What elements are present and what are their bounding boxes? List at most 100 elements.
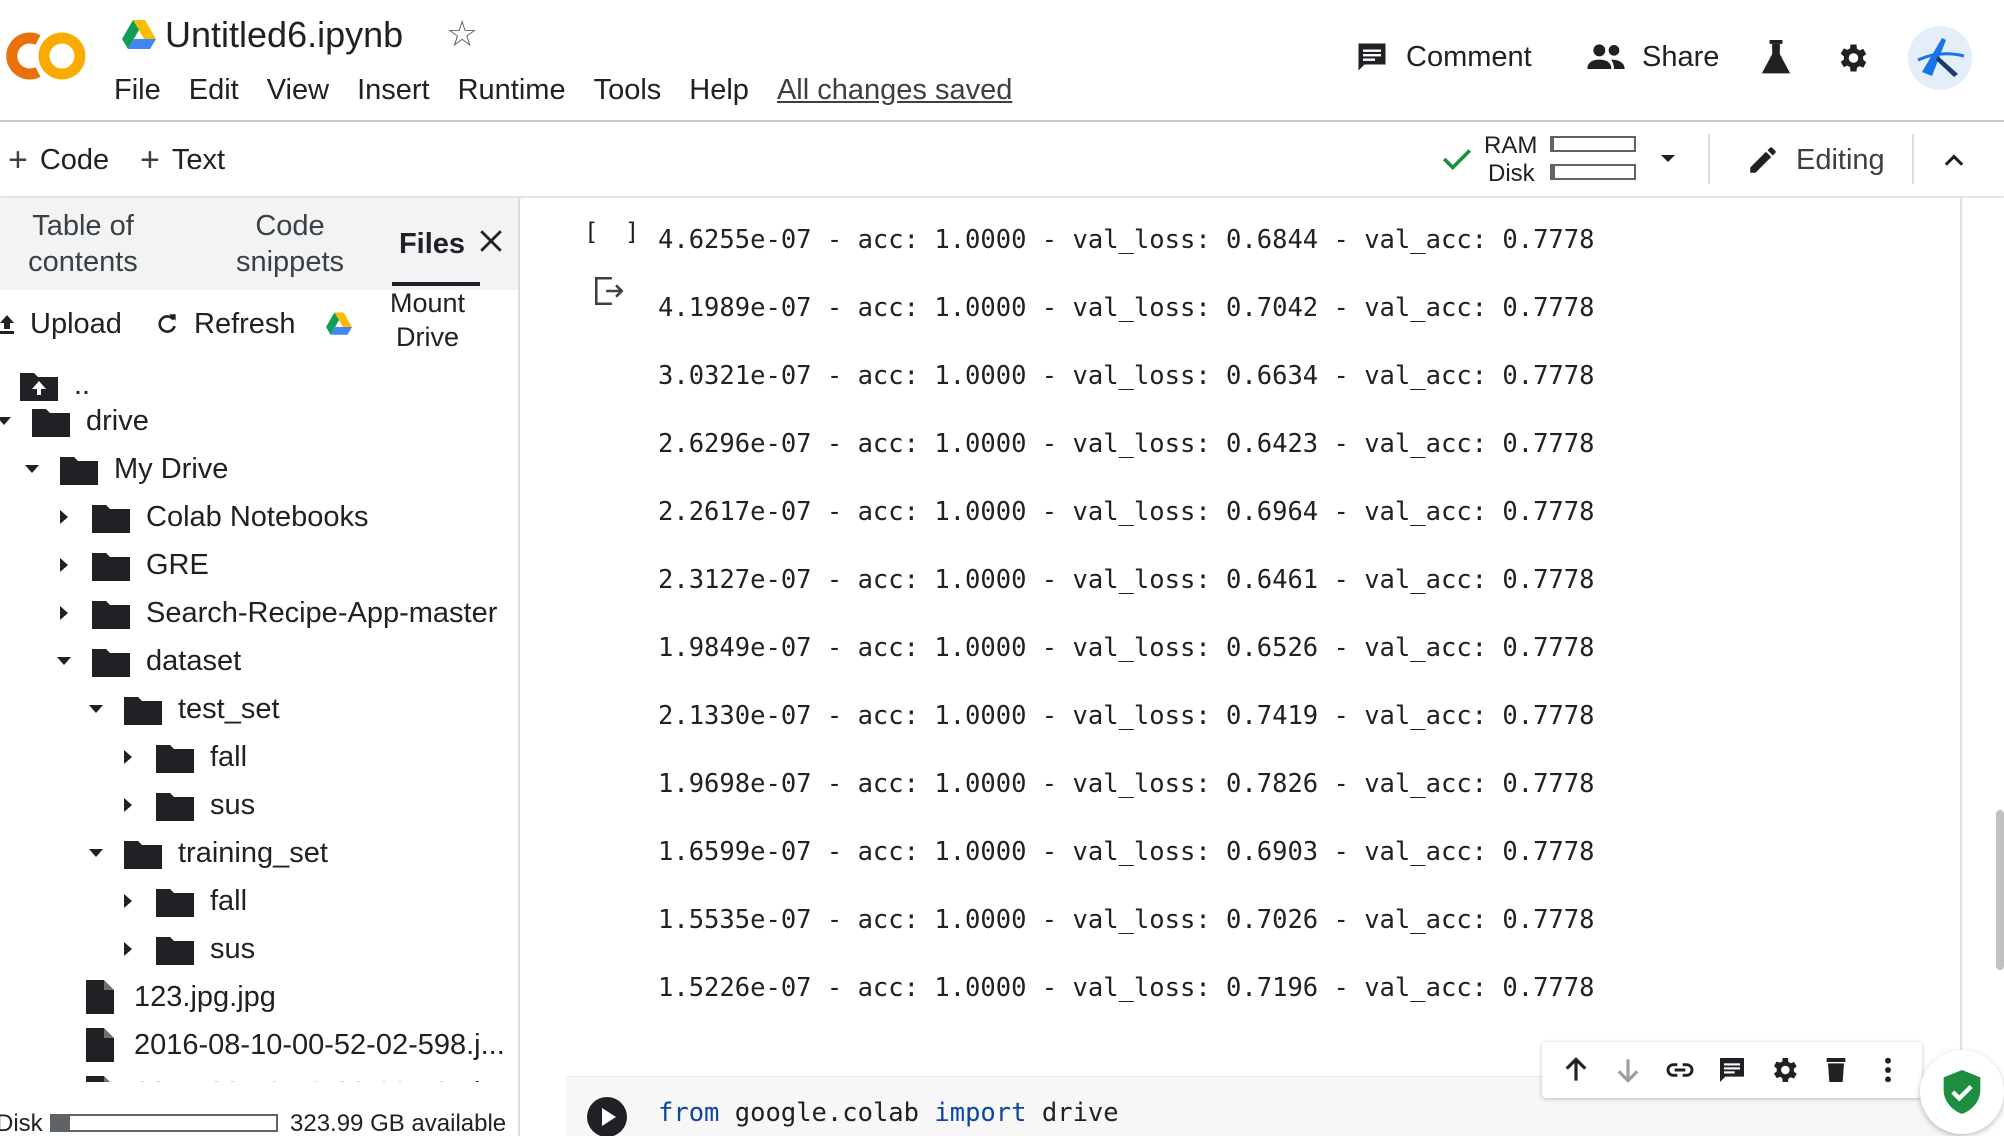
folder-item[interactable]: fall <box>118 878 247 924</box>
refresh-button[interactable]: Refresh <box>154 304 296 344</box>
add-text-cell-button[interactable]: + Text <box>140 142 225 178</box>
menu-bar: File Edit View Insert Runtime Tools Help… <box>114 70 1012 110</box>
caret-right-icon[interactable] <box>54 555 74 575</box>
chevron-down-icon[interactable] <box>1656 146 1680 170</box>
notebook-title[interactable]: Untitled6.ipynb <box>165 14 403 56</box>
folder-item[interactable]: drive <box>0 398 149 444</box>
folder-item[interactable]: Search-Recipe-App-master <box>54 590 497 636</box>
upload-button[interactable]: Upload <box>0 304 122 344</box>
menu-file[interactable]: File <box>114 74 161 107</box>
output-actions-icon[interactable] <box>592 274 626 308</box>
comment-icon[interactable] <box>1716 1054 1748 1086</box>
caret-right-icon[interactable] <box>54 603 74 623</box>
log-line: 4.6255e-07 - acc: 1.0000 - val_loss: 0.6… <box>658 225 1595 255</box>
gear-icon[interactable] <box>1834 40 1870 76</box>
people-icon <box>1587 44 1625 69</box>
log-line: 4.1989e-07 - acc: 1.0000 - val_loss: 0.7… <box>658 293 1595 323</box>
google-drive-icon[interactable] <box>326 312 352 336</box>
folder-item[interactable]: sus <box>118 926 255 972</box>
disk-label[interactable]: Disk <box>1488 160 1535 188</box>
close-icon[interactable] <box>478 228 504 254</box>
flask-icon[interactable] <box>1760 40 1792 76</box>
colab-logo[interactable] <box>0 20 90 92</box>
folder-item[interactable]: sus <box>118 782 255 828</box>
menu-tools[interactable]: Tools <box>594 74 662 107</box>
comment-button[interactable]: Comment <box>1354 34 1532 80</box>
user-avatar[interactable] <box>1908 26 1972 90</box>
log-line: 1.9698e-07 - acc: 1.0000 - val_loss: 0.7… <box>658 769 1595 799</box>
file-item[interactable]: 2016-08-10-00-52-02-598.j... <box>86 1022 505 1068</box>
caret-down-icon[interactable] <box>0 411 14 431</box>
chevron-up-icon[interactable] <box>1940 146 1968 174</box>
more-vert-icon[interactable] <box>1872 1054 1904 1086</box>
link-icon[interactable] <box>1664 1054 1696 1086</box>
disk-footer-label: Disk <box>0 1110 43 1136</box>
tree-item-label: 2016-08-10-00-52-02-598.j... <box>134 1028 505 1061</box>
caret-down-icon[interactable] <box>54 651 74 671</box>
tree-item-label: sus <box>210 788 256 821</box>
arrow-up-icon[interactable] <box>1560 1054 1592 1086</box>
code-line[interactable]: from google.colab import drive <box>658 1098 1119 1128</box>
caret-right-icon[interactable] <box>118 795 138 815</box>
caret-down-icon[interactable] <box>22 459 42 479</box>
comment-label: Comment <box>1406 40 1532 73</box>
arrow-down-icon[interactable] <box>1612 1054 1644 1086</box>
log-line: 1.5535e-07 - acc: 1.0000 - val_loss: 0.7… <box>658 905 1595 935</box>
folder-item[interactable]: My Drive <box>22 446 228 492</box>
tree-item-label: training_set <box>178 836 328 869</box>
add-code-cell-button[interactable]: + Code <box>8 142 109 178</box>
ram-usage-meter[interactable] <box>1550 136 1636 152</box>
gear-icon[interactable] <box>1768 1054 1800 1086</box>
folder-item[interactable]: test_set <box>86 686 280 732</box>
avatar-logo-icon <box>1917 38 1965 77</box>
tab-code-snippets[interactable]: Code snippets <box>220 208 360 280</box>
trash-icon[interactable] <box>1820 1054 1852 1086</box>
tab-files[interactable]: Files <box>390 226 474 262</box>
file-item[interactable]: 123.jpg.jpg <box>86 974 276 1020</box>
folder-item[interactable]: training_set <box>86 830 328 876</box>
disk-usage-meter[interactable] <box>1550 164 1636 180</box>
caret-right-icon[interactable] <box>118 891 138 911</box>
caret-down-icon[interactable] <box>86 699 106 719</box>
folder-up-icon <box>20 373 58 401</box>
folder-item[interactable]: fall <box>118 734 247 780</box>
folder-icon <box>156 937 194 965</box>
caret-right-icon[interactable] <box>118 939 138 959</box>
tab-table-of-contents[interactable]: Table of contents <box>14 208 152 280</box>
folder-icon <box>156 793 194 821</box>
ram-label[interactable]: RAM <box>1484 132 1537 160</box>
caret-right-icon[interactable] <box>118 747 138 767</box>
app-header: Untitled6.ipynb ☆ File Edit View Insert … <box>0 0 2004 122</box>
cell-execution-bracket[interactable]: [ ] <box>584 218 645 246</box>
folder-item[interactable]: dataset <box>54 638 241 684</box>
file-item[interactable]: 2017-02-13-16-06-39-184.j... <box>86 1070 505 1082</box>
connected-check-icon[interactable] <box>1440 142 1474 176</box>
security-shield-button[interactable] <box>1920 1050 2004 1134</box>
editing-mode-button[interactable]: Editing <box>1746 142 1885 178</box>
menu-edit[interactable]: Edit <box>189 74 239 107</box>
caret-right-icon[interactable] <box>54 507 74 527</box>
menu-runtime[interactable]: Runtime <box>458 74 566 107</box>
folder-icon <box>92 649 130 677</box>
star-icon[interactable]: ☆ <box>446 14 478 54</box>
folder-item[interactable]: Colab Notebooks <box>54 494 368 540</box>
file-icon <box>86 1028 114 1062</box>
toolbar-divider <box>1912 134 1914 184</box>
folder-icon <box>156 889 194 917</box>
folder-item[interactable]: GRE <box>54 542 209 588</box>
run-cell-button[interactable] <box>586 1096 628 1136</box>
share-button[interactable]: Share <box>1586 34 1719 80</box>
sidebar-tabs: Table of contents Code snippets Files <box>0 198 518 290</box>
google-drive-icon <box>122 20 156 49</box>
menu-view[interactable]: View <box>267 74 329 107</box>
caret-down-icon[interactable] <box>86 843 106 863</box>
toolbar-divider <box>1708 134 1710 184</box>
menu-help[interactable]: Help <box>689 74 749 107</box>
folder-icon <box>124 841 162 869</box>
notebook-main: [ ] 4.6255e-07 - acc: 1.0000 - val_loss:… <box>522 198 2004 1136</box>
save-status-link[interactable]: All changes saved <box>777 74 1012 107</box>
scrollbar-thumb[interactable] <box>1996 810 2004 970</box>
menu-insert[interactable]: Insert <box>357 74 430 107</box>
mount-drive-button[interactable]: Mount Drive <box>390 286 465 354</box>
file-icon <box>86 980 114 1014</box>
